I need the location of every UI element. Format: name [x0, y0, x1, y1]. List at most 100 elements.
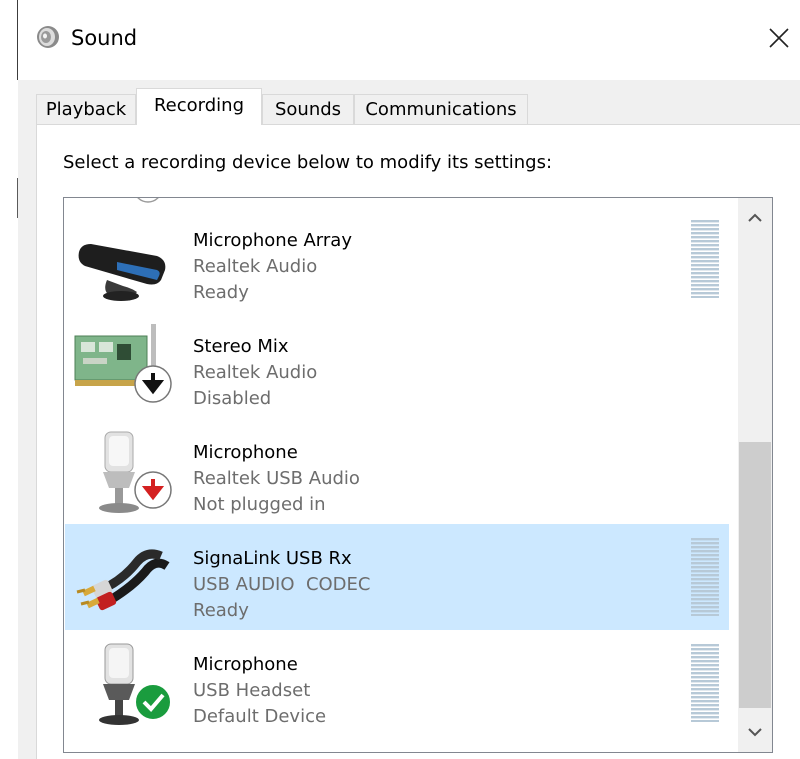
meter-segment — [691, 582, 719, 585]
meter-segment — [691, 570, 719, 573]
scroll-thumb[interactable] — [739, 442, 771, 708]
device-status: Disabled — [193, 388, 272, 409]
device-item-signalink[interactable]: SignaLink USB Rx USB AUDIO CODEC Ready — [65, 524, 729, 630]
meter-segment — [691, 614, 719, 616]
speaker-icon — [37, 26, 59, 48]
meter-segment — [691, 668, 719, 671]
meter-segment — [691, 268, 719, 271]
meter-segment — [691, 224, 719, 227]
meter-segment — [691, 652, 719, 655]
meter-segment — [691, 574, 719, 577]
meter-segment — [691, 578, 719, 581]
close-button[interactable] — [758, 14, 800, 62]
device-name: SignaLink USB Rx — [193, 548, 352, 569]
meter-segment — [691, 232, 719, 235]
meter-segment — [691, 538, 719, 541]
meter-segment — [691, 594, 719, 597]
tab-recording[interactable]: Recording — [136, 88, 262, 125]
chevron-up-icon — [748, 213, 762, 222]
meter-segment — [691, 716, 719, 719]
device-name: Microphone Array — [193, 230, 352, 251]
meter-segment — [691, 610, 719, 613]
meter-segment — [691, 676, 719, 679]
level-meter — [691, 538, 719, 616]
tab-communications[interactable]: Communications — [354, 94, 528, 124]
meter-segment — [691, 598, 719, 601]
meter-segment — [691, 562, 719, 565]
tab-playback[interactable]: Playback — [36, 94, 136, 124]
meter-segment — [691, 566, 719, 569]
window-title: Sound — [71, 26, 138, 50]
device-list[interactable]: Microphone Array Realtek Audio Ready Ste… — [63, 197, 773, 753]
instructions-text: Select a recording device below to modif… — [63, 152, 553, 173]
meter-segment — [691, 542, 719, 545]
default-check-badge-icon — [134, 683, 172, 721]
recording-panel: Select a recording device below to modif… — [36, 124, 800, 759]
meter-segment — [691, 220, 719, 223]
device-item-microphone-realtek[interactable]: Microphone Realtek USB Audio Not plugged… — [65, 418, 729, 524]
meter-segment — [691, 296, 719, 298]
vertical-scrollbar[interactable] — [738, 198, 772, 752]
meter-segment — [691, 244, 719, 247]
level-meter — [691, 644, 719, 722]
device-item-microphone-usb-headset[interactable]: Microphone USB Headset Default Device — [65, 630, 729, 736]
meter-segment — [691, 602, 719, 605]
unplugged-badge-icon — [134, 471, 172, 509]
meter-segment — [691, 236, 719, 239]
device-driver: Realtek Audio — [193, 362, 318, 383]
device-item-microphone-array[interactable]: Microphone Array Realtek Audio Ready — [65, 206, 729, 312]
meter-segment — [691, 586, 719, 589]
meter-segment — [691, 688, 719, 691]
level-meter — [691, 220, 719, 298]
meter-segment — [691, 264, 719, 267]
device-status: Ready — [193, 282, 249, 303]
meter-segment — [691, 292, 719, 295]
meter-segment — [691, 590, 719, 593]
device-item-stereo-mix[interactable]: Stereo Mix Realtek Audio Disabled — [65, 312, 729, 418]
webcam-mic-icon — [78, 244, 166, 301]
meter-segment — [691, 700, 719, 703]
sound-dialog: Sound Playback Recording Sounds Communic… — [18, 0, 800, 759]
meter-segment — [691, 672, 719, 675]
rca-cable-icon — [76, 549, 170, 611]
disabled-badge-icon — [134, 365, 172, 403]
meter-segment — [691, 288, 719, 291]
meter-segment — [691, 712, 719, 715]
scroll-up-button[interactable] — [738, 198, 772, 238]
meter-segment — [691, 248, 719, 251]
device-status: Not plugged in — [193, 494, 326, 515]
device-name: Stereo Mix — [193, 336, 289, 357]
meter-segment — [691, 606, 719, 609]
device-driver: USB AUDIO CODEC — [193, 574, 371, 595]
meter-segment — [691, 660, 719, 663]
device-status: Ready — [193, 600, 249, 621]
meter-segment — [691, 644, 719, 647]
meter-segment — [691, 276, 719, 279]
chevron-down-icon — [748, 728, 762, 737]
device-driver: Realtek Audio — [193, 256, 318, 277]
device-driver: Realtek USB Audio — [193, 468, 360, 489]
tab-sounds[interactable]: Sounds — [262, 94, 354, 124]
device-status: Default Device — [193, 706, 327, 727]
scroll-down-button[interactable] — [738, 712, 772, 752]
dialog-body: Playback Recording Sounds Communications… — [18, 80, 800, 759]
close-icon — [769, 28, 789, 48]
meter-segment — [691, 656, 719, 659]
title-bar: Sound — [18, 0, 800, 80]
meter-segment — [691, 546, 719, 549]
meter-segment — [691, 664, 719, 667]
tab-strip: Playback Recording Sounds Communications — [36, 88, 736, 128]
meter-segment — [691, 692, 719, 695]
device-name: Microphone — [193, 442, 298, 463]
meter-segment — [691, 284, 719, 287]
meter-segment — [691, 704, 719, 707]
meter-segment — [691, 684, 719, 687]
meter-segment — [691, 228, 719, 231]
meter-segment — [691, 252, 719, 255]
meter-segment — [691, 256, 719, 259]
meter-segment — [691, 558, 719, 561]
meter-segment — [691, 708, 719, 711]
device-driver: USB Headset — [193, 680, 311, 701]
background-window-edge — [0, 0, 18, 759]
meter-segment — [691, 648, 719, 651]
